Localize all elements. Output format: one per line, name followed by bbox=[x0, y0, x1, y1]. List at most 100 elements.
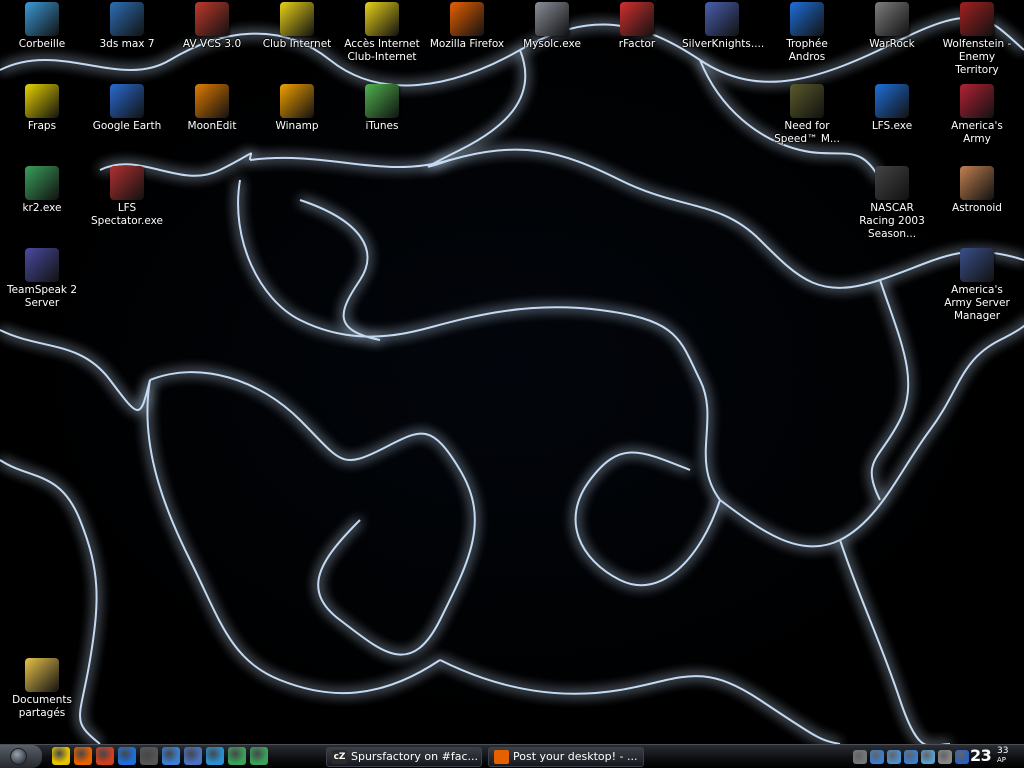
antivirus-icon[interactable] bbox=[955, 750, 969, 764]
desktop-icon-label: Winamp bbox=[275, 120, 319, 132]
desktop-icon[interactable]: LFS Spectator.exe bbox=[85, 166, 169, 228]
desktop-icon[interactable]: WarRock bbox=[850, 2, 934, 51]
desktop-icon[interactable]: America's Army Server Manager bbox=[935, 248, 1019, 323]
desktop-icon[interactable]: AV VCS 3.0 bbox=[170, 2, 254, 51]
desktop-icon-label: AV VCS 3.0 bbox=[182, 38, 242, 50]
desktop-icon-label: Google Earth bbox=[92, 120, 162, 132]
desktop-icon[interactable]: Accès Internet Club-Internet bbox=[340, 2, 424, 64]
desktop-icon-label: Wolfenstein - Enemy Territory bbox=[942, 38, 1012, 76]
desktop-icon[interactable]: MoonEdit bbox=[170, 84, 254, 133]
chat-icon: cZ bbox=[332, 750, 347, 764]
desktop-icon-label: 3ds max 7 bbox=[99, 38, 155, 50]
firefox-icon bbox=[494, 750, 509, 764]
club-internet-icon bbox=[280, 2, 314, 36]
desktop-icon[interactable]: Astronoid bbox=[935, 166, 1019, 215]
desktop-icon-label: Mozilla Firefox bbox=[429, 38, 505, 50]
google-earth-icon bbox=[110, 84, 144, 118]
warrock-icon bbox=[875, 2, 909, 36]
headset-icon[interactable] bbox=[184, 747, 202, 765]
desktop-icon-label: America's Army bbox=[951, 120, 1003, 145]
desktop-icon-label: iTunes bbox=[365, 120, 399, 132]
desktop-icon-label: TeamSpeak 2 Server bbox=[6, 284, 78, 309]
nfs-mw-icon bbox=[790, 84, 824, 118]
search-icon[interactable] bbox=[206, 747, 224, 765]
show-desktop-icon[interactable] bbox=[52, 747, 70, 765]
taskbar-button-label: Spursfactory on #fac... bbox=[351, 750, 478, 763]
desktop-icon[interactable]: iTunes bbox=[340, 84, 424, 133]
desktop-icon[interactable]: kr2.exe bbox=[0, 166, 84, 215]
network-icon[interactable] bbox=[870, 750, 884, 764]
volume-icon[interactable] bbox=[853, 750, 867, 764]
desktop-icon[interactable]: Club Internet bbox=[255, 2, 339, 51]
av-vcs-icon bbox=[195, 2, 229, 36]
club-internet-access-icon bbox=[365, 2, 399, 36]
desktop-icon[interactable]: Google Earth bbox=[85, 84, 169, 133]
shield-icon[interactable] bbox=[162, 747, 180, 765]
desktop-icon[interactable]: Mozilla Firefox bbox=[425, 2, 509, 51]
wolfenstein-icon bbox=[960, 2, 994, 36]
desktop-icon-label: Mysolc.exe bbox=[523, 38, 581, 50]
desktop-icon-label: SilverKnights.... bbox=[682, 38, 765, 50]
lfs-icon bbox=[875, 84, 909, 118]
desktop-icon-label: Club Internet bbox=[262, 38, 332, 50]
desktop[interactable]: Corbeille 3ds max 7 AV VCS 3.0 Club Interne… bbox=[0, 0, 1024, 744]
clock-ampm: AP bbox=[997, 756, 1007, 764]
americas-army-server-icon bbox=[960, 248, 994, 282]
desktop-icon-label: Documents partagés bbox=[12, 694, 72, 719]
silverknights-icon bbox=[705, 2, 739, 36]
taskbar-button[interactable]: Post your desktop! - ... bbox=[488, 747, 644, 767]
desktop-icon[interactable]: NASCAR Racing 2003 Season... bbox=[850, 166, 934, 241]
desktop-icon-label: Corbeille bbox=[18, 38, 66, 50]
desktop-icon-label: MoonEdit bbox=[187, 120, 237, 132]
start-button[interactable] bbox=[0, 745, 42, 768]
taskbar-button-label: Post your desktop! - ... bbox=[513, 750, 638, 763]
media-icon[interactable] bbox=[140, 747, 158, 765]
taskbar: cZ Spursfactory on #fac... Post your deskt… bbox=[0, 744, 1024, 768]
desktop-icon-label: Astronoid bbox=[952, 202, 1002, 214]
desktop-icon[interactable]: SilverKnights.... bbox=[680, 2, 764, 51]
lfs-spectator-icon bbox=[110, 166, 144, 200]
desktop-icon[interactable]: 3ds max 7 bbox=[85, 2, 169, 51]
monitor-icon[interactable] bbox=[887, 750, 901, 764]
moonedit-icon[interactable] bbox=[96, 747, 114, 765]
desktop-icon[interactable]: Trophée Andros bbox=[765, 2, 849, 64]
wireless-icon[interactable] bbox=[921, 750, 935, 764]
desktop-icon[interactable]: Corbeille bbox=[0, 2, 84, 51]
desktop-icon[interactable]: Need for Speed™ M... bbox=[765, 84, 849, 146]
desktop-icon-label: Accès Internet Club-Internet bbox=[344, 38, 420, 63]
desktop-icon-label: Fraps bbox=[27, 120, 57, 132]
desktop-icon[interactable]: Winamp bbox=[255, 84, 339, 133]
shield-icon[interactable] bbox=[904, 750, 918, 764]
kr2-icon bbox=[25, 166, 59, 200]
3dsmax-icon bbox=[110, 2, 144, 36]
taskbar-button[interactable]: cZ Spursfactory on #fac... bbox=[326, 747, 482, 767]
desktop-icon[interactable]: TeamSpeak 2 Server bbox=[0, 248, 84, 310]
desktop-icon-label: LFS.exe bbox=[871, 120, 913, 132]
desktop-icon[interactable]: Fraps bbox=[0, 84, 84, 133]
desktop-icon[interactable]: LFS.exe bbox=[850, 84, 934, 133]
desktop-icon[interactable]: Documents partagés bbox=[0, 658, 84, 720]
clock-minutes: 33 bbox=[997, 746, 1009, 756]
rfactor-icon bbox=[620, 2, 654, 36]
speaker-icon[interactable] bbox=[938, 750, 952, 764]
folder-icon bbox=[25, 658, 59, 692]
firefox-icon[interactable] bbox=[74, 747, 92, 765]
moonedit-icon bbox=[195, 84, 229, 118]
globe-icon[interactable] bbox=[250, 747, 268, 765]
trophee-andros-icon bbox=[790, 2, 824, 36]
clock-hour: 23 bbox=[970, 746, 992, 765]
desktop-icon[interactable]: America's Army bbox=[935, 84, 1019, 146]
itunes-icon bbox=[365, 84, 399, 118]
desktop-icon[interactable]: Wolfenstein - Enemy Territory bbox=[935, 2, 1019, 77]
astronoid-icon bbox=[960, 166, 994, 200]
desktop-icon-label: NASCAR Racing 2003 Season... bbox=[859, 202, 925, 240]
desktop-icon-label: LFS Spectator.exe bbox=[91, 202, 163, 227]
desktop-icon[interactable]: rFactor bbox=[595, 2, 679, 51]
firefox-icon bbox=[450, 2, 484, 36]
trophee-andros-icon[interactable] bbox=[118, 747, 136, 765]
refresh-icon[interactable] bbox=[228, 747, 246, 765]
desktop-icon-label: rFactor bbox=[618, 38, 656, 50]
desktop-icon[interactable]: Mysolc.exe bbox=[510, 2, 594, 51]
recycle-bin-icon bbox=[25, 2, 59, 36]
desktop-icon-label: kr2.exe bbox=[22, 202, 62, 214]
